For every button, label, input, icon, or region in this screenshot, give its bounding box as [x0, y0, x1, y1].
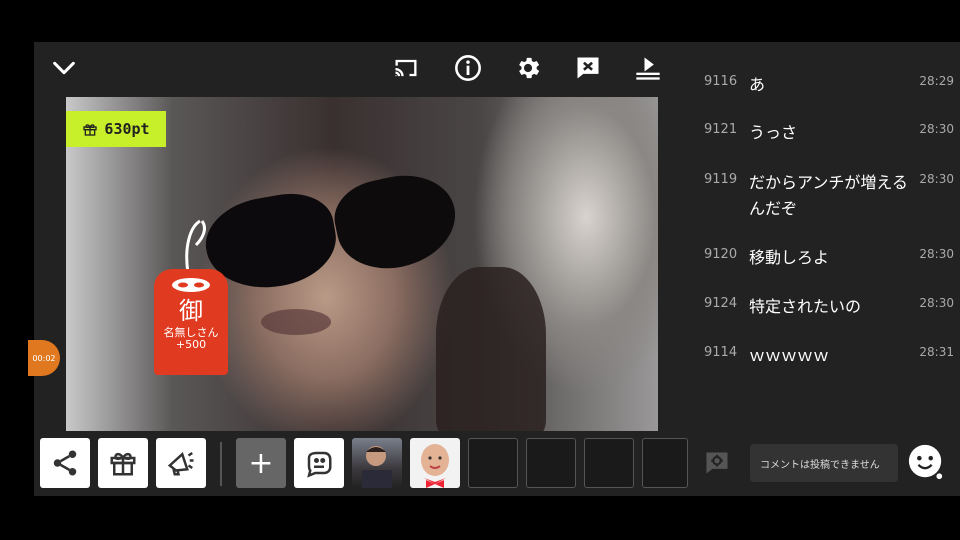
side-timer-badge[interactable]: 00:02 [28, 340, 60, 376]
chevron-down-icon[interactable] [48, 52, 80, 84]
recent-item-thumbnail[interactable] [352, 438, 402, 488]
comment-gear-icon [706, 452, 728, 474]
chat-message-text: だからアンチが増えるんだぞ [749, 173, 908, 218]
smiley-icon [908, 444, 943, 480]
recent-item-thumbnail[interactable] [410, 438, 460, 488]
app-window: 630pt 御 名無しさん +500 00:02 + 9116 あ 28:29 … [28, 42, 960, 496]
charm-string-icon [185, 219, 206, 274]
charm-body: 御 名無しさん +500 [154, 269, 228, 375]
face-sticker-icon [421, 444, 449, 488]
chat-message-number: 9114 [704, 345, 738, 360]
gear-icon[interactable] [512, 52, 544, 84]
upload-icon[interactable] [632, 52, 664, 84]
comment-off-icon[interactable] [572, 52, 604, 84]
share-icon [53, 450, 77, 476]
chat-message-time: 28:30 [919, 172, 954, 186]
chat-message-time: 28:31 [919, 345, 954, 359]
emoji-button[interactable] [906, 442, 946, 482]
comment-input[interactable]: コメントは投稿できません [750, 444, 898, 482]
video-frame-detail [327, 165, 465, 279]
chat-message-text: あ [749, 75, 766, 94]
chat-message-text: 移動しろよ [749, 248, 830, 267]
comment-settings-button[interactable] [702, 448, 732, 478]
add-item-button[interactable]: + [236, 438, 286, 488]
sticker-button[interactable] [294, 438, 344, 488]
chat-message-text: ｗｗｗｗｗ [749, 346, 830, 365]
empty-item-slot[interactable] [642, 438, 688, 488]
chat-message-number: 9116 [704, 74, 738, 89]
share-button[interactable] [40, 438, 90, 488]
chat-message-time: 28:30 [919, 296, 954, 310]
chat-message-number: 9124 [704, 296, 738, 311]
toolbar-divider [220, 442, 222, 486]
chat-message-text: うっさ [749, 123, 798, 142]
chat-message-time: 28:30 [919, 122, 954, 136]
points-value: 630pt [104, 120, 150, 138]
top-bar [34, 42, 688, 94]
empty-item-slot[interactable] [584, 438, 634, 488]
mask-icon [172, 278, 210, 292]
chat-panel: 9116 あ 28:29 9121 うっさ 28:30 9119 だからアンチが… [694, 42, 960, 496]
video-stream[interactable]: 630pt 御 名無しさん +500 [66, 97, 658, 431]
gift-button[interactable] [98, 438, 148, 488]
person-thumbnail-icon [362, 446, 392, 488]
empty-item-slot[interactable] [526, 438, 576, 488]
gift-icon [110, 452, 136, 476]
video-frame-detail [436, 267, 546, 431]
chat-message-text: 特定されたいの [749, 297, 862, 316]
info-icon[interactable] [452, 52, 484, 84]
video-frame-detail [261, 309, 331, 335]
cast-icon[interactable] [390, 52, 422, 84]
gift-icon [83, 124, 98, 136]
bottom-toolbar: + [40, 438, 688, 490]
chat-message-number: 9120 [704, 247, 738, 262]
sticker-icon [307, 451, 332, 478]
chat-message-number: 9119 [704, 172, 738, 187]
empty-item-slot[interactable] [468, 438, 518, 488]
megaphone-button[interactable] [156, 438, 206, 488]
comment-bar: コメントは投稿できません [694, 438, 960, 496]
chat-message-time: 28:29 [919, 74, 954, 88]
chat-message-time: 28:30 [919, 247, 954, 261]
charm-points: +500 [175, 338, 207, 352]
chat-message-number: 9121 [704, 122, 738, 137]
charm-kanji: 御 [179, 297, 203, 325]
omamori-charm: 御 名無しさん +500 [154, 217, 230, 375]
points-badge: 630pt [66, 111, 166, 147]
megaphone-icon [167, 451, 194, 476]
